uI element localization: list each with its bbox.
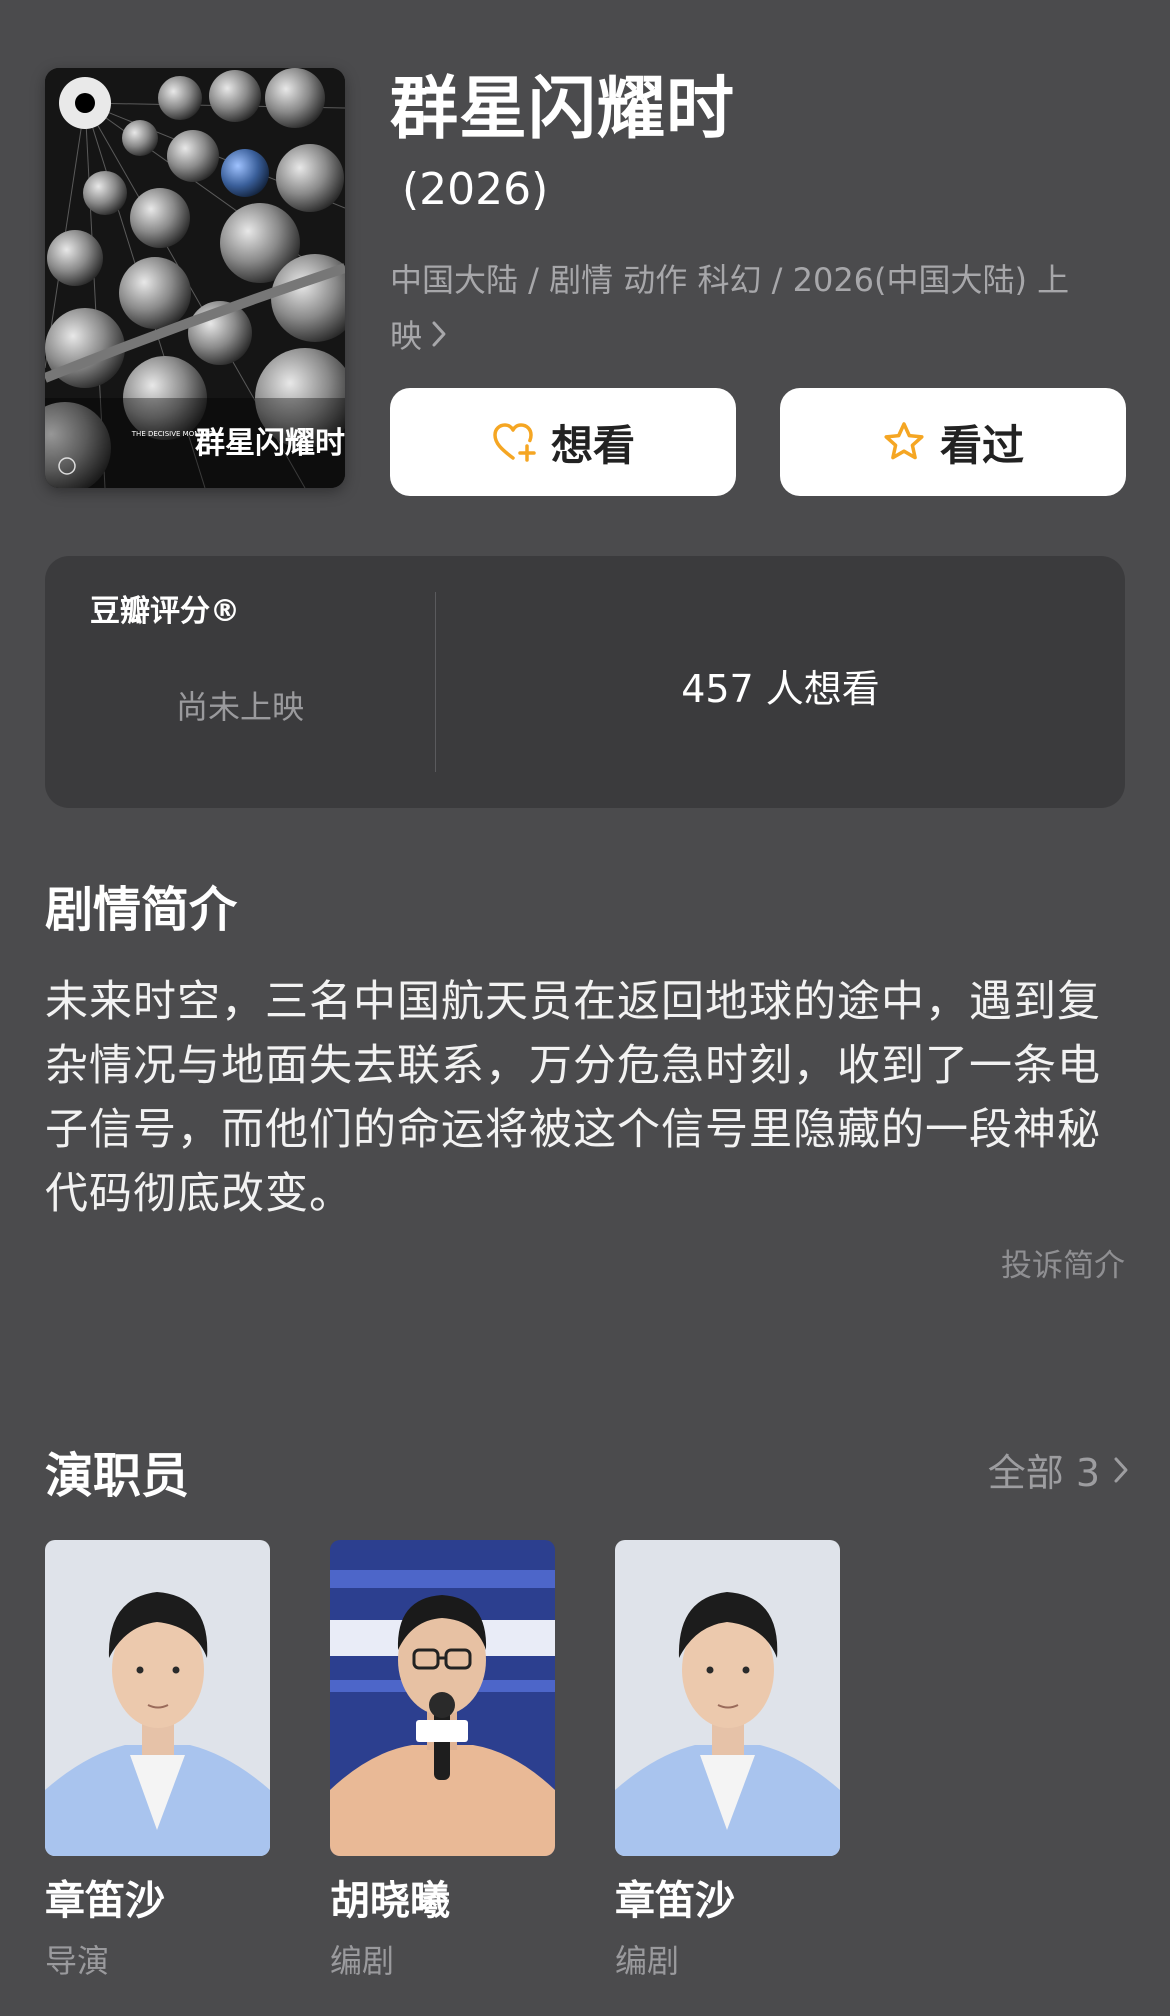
report-synopsis-link[interactable]: 投诉简介 [1001, 1240, 1125, 1285]
movie-meta-text: 中国大陆 / 剧情 动作 科幻 / 2026(中国大陆) 上映 [390, 261, 1070, 355]
cast-role: 导演 [45, 1942, 110, 1980]
movie-title: 群星闪耀时 [390, 70, 736, 149]
cast-role: 编剧 [330, 1942, 395, 1980]
seen-button[interactable]: 看过 [780, 388, 1126, 496]
chevron-right-icon [1112, 1454, 1130, 1486]
cast-member[interactable]: 胡晓曦 编剧 [330, 1540, 555, 1982]
synopsis-heading: 剧情简介 [45, 882, 238, 938]
cast-role: 编剧 [615, 1942, 680, 1980]
cast-all-link[interactable]: 全部 3 [988, 1442, 1130, 1497]
chevron-right-icon [430, 310, 448, 366]
cast-photo [45, 1540, 270, 1856]
cast-photo [615, 1540, 840, 1856]
poster-title: 群星闪耀时 [195, 426, 345, 461]
rating-card[interactable]: 豆瓣评分® 尚未上映 457 人想看 [45, 556, 1125, 808]
star-outline-icon [882, 420, 926, 464]
cast-all-label: 全部 3 [987, 1451, 1100, 1495]
heart-plus-icon [491, 420, 537, 464]
cast-member[interactable]: 章笛沙 导演 [45, 1540, 270, 1982]
synopsis-text: 未来时空，三名中国航天员在返回地球的途中，遇到复杂情况与地面失去联系，万分危急时… [45, 977, 1101, 1219]
cast-photo [330, 1540, 555, 1856]
movie-meta[interactable]: 中国大陆 / 剧情 动作 科幻 / 2026(中国大陆) 上映 [390, 252, 1090, 366]
cast-list: 章笛沙 导演 胡晓曦 编剧 章笛沙 编剧 [45, 1540, 900, 1982]
cast-name: 胡晓曦 [330, 1878, 450, 1924]
movie-poster[interactable]: 群星闪耀时 THE DECISIVE MOMENT [45, 68, 345, 488]
seen-button-label: 看过 [939, 420, 1024, 470]
want-button-label: 想看 [550, 420, 635, 470]
movie-year: (2026) [402, 164, 549, 215]
cast-name: 章笛沙 [45, 1878, 165, 1924]
poster-image: 群星闪耀时 THE DECISIVE MOMENT [45, 68, 345, 488]
rating-brand: 豆瓣评分® [90, 594, 240, 629]
rating-status: 尚未上映 [175, 688, 304, 726]
wish-count: 457 人想看 [681, 667, 880, 711]
cast-member[interactable]: 章笛沙 编剧 [615, 1540, 840, 1982]
poster-english-title: THE DECISIVE MOMENT [131, 430, 215, 438]
want-button[interactable]: 想看 [390, 388, 736, 496]
cast-heading: 演职员 [45, 1448, 190, 1504]
cast-name: 章笛沙 [615, 1878, 735, 1924]
movie-detail-page: 群星闪耀时 THE DECISIVE MOMENT 群星闪耀时 (2026) 中… [0, 0, 1170, 2016]
